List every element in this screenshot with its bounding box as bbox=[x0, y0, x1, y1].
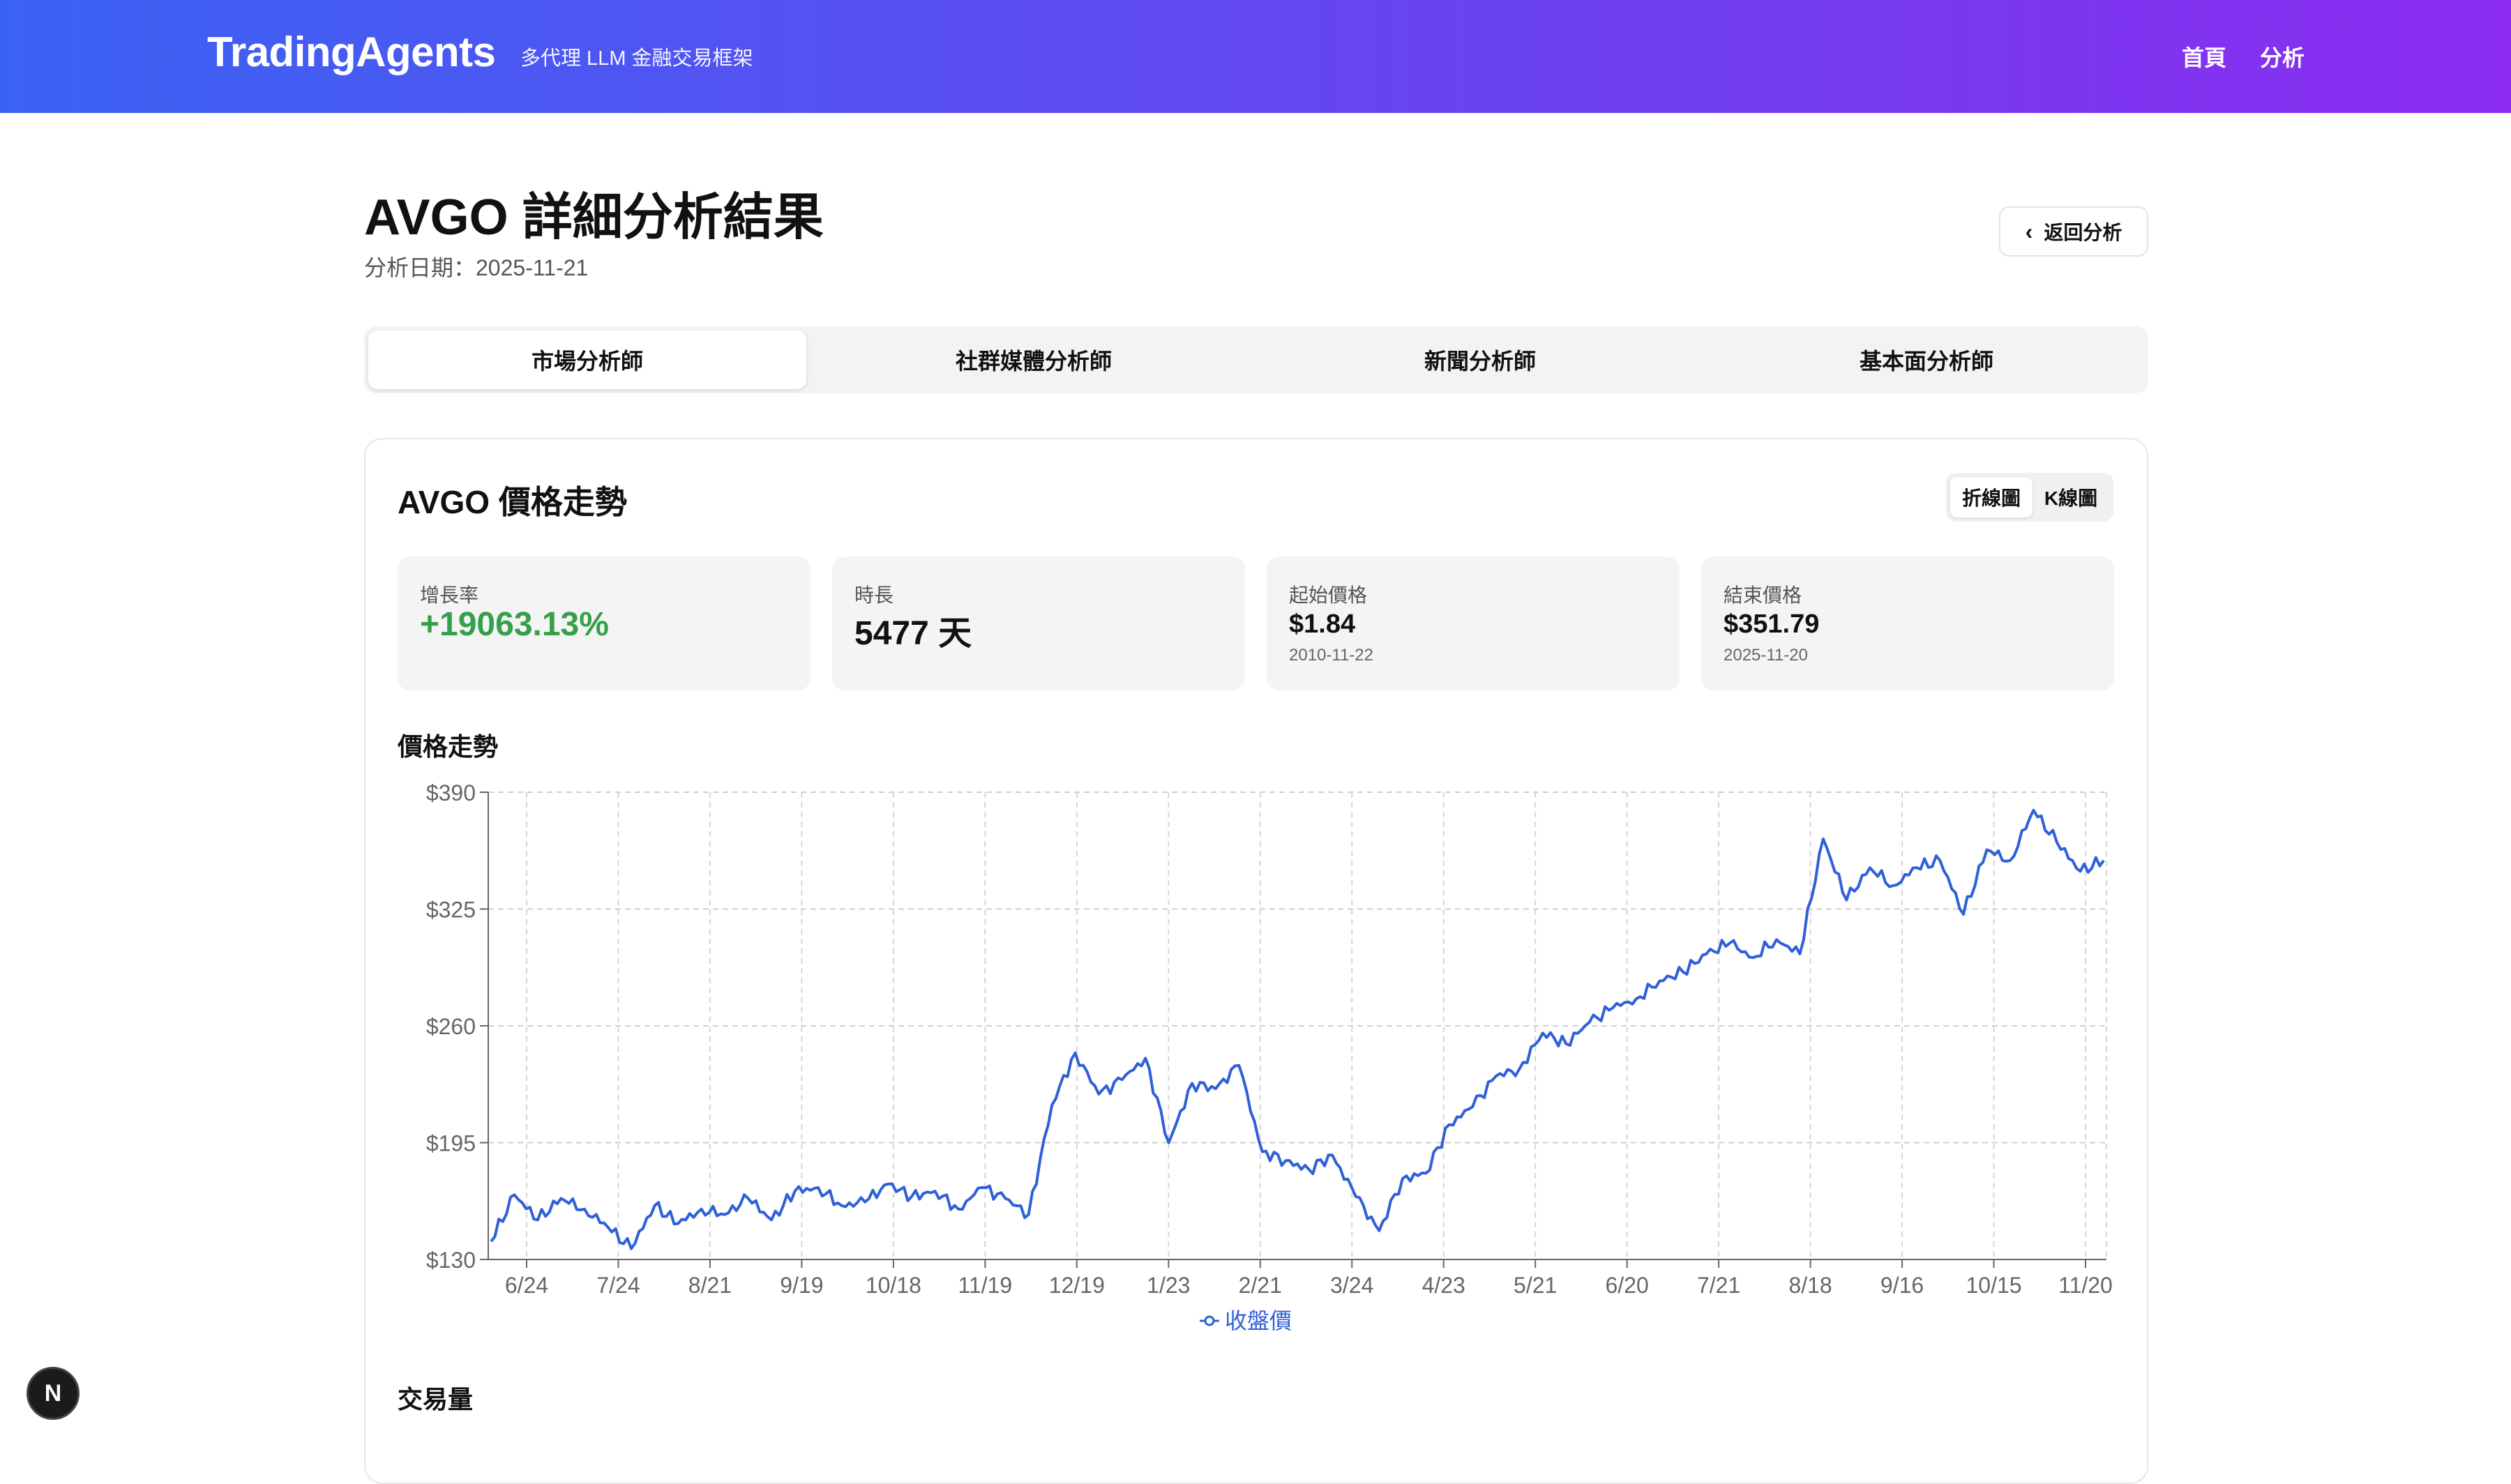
x-tick-label: 12/19 bbox=[1049, 1273, 1105, 1298]
chevron-left-icon: ‹ bbox=[2025, 219, 2033, 244]
next-dev-badge[interactable]: N bbox=[27, 1367, 80, 1420]
x-tick-label: 2/21 bbox=[1239, 1273, 1282, 1298]
x-tick-label: 11/19 bbox=[958, 1273, 1013, 1298]
candlestick-chart-toggle[interactable]: K線圖 bbox=[2030, 477, 2112, 517]
analyst-tabs: 市場分析師 社群媒體分析師 新聞分析師 基本面分析師 bbox=[364, 326, 2148, 393]
price-section-title: 價格走勢 bbox=[398, 732, 499, 761]
legend-marker-dot bbox=[1204, 1315, 1215, 1326]
stat-label: 時長 bbox=[854, 584, 894, 606]
top-navbar: TradingAgents 多代理 LLM 金融交易框架 首頁 分析 bbox=[0, 0, 2511, 113]
stat-date: 2010-11-22 bbox=[1289, 646, 1373, 665]
tab-market-analyst[interactable]: 市場分析師 bbox=[368, 331, 806, 389]
x-tick-label: 1/23 bbox=[1147, 1273, 1190, 1298]
x-tick-label: 6/20 bbox=[1606, 1273, 1649, 1298]
page-title: AVGO 詳細分析結果 bbox=[364, 190, 824, 245]
x-tick-label: 6/24 bbox=[505, 1273, 548, 1298]
tab-social-media-analyst[interactable]: 社群媒體分析師 bbox=[815, 331, 1253, 389]
x-tick-label: 3/24 bbox=[1330, 1273, 1373, 1298]
x-tick-label: 11/20 bbox=[2058, 1273, 2113, 1298]
brand-subtitle: 多代理 LLM 金融交易框架 bbox=[520, 47, 753, 70]
y-tick-label: $130 bbox=[426, 1248, 476, 1273]
chart-type-toggle: 折線圖 K線圖 bbox=[1946, 473, 2113, 522]
chart-svg: $390 $325 $260 $195 $130 6/24 7/24 8/21 9/19 10/1… bbox=[426, 780, 2113, 1333]
x-tick-label: 8/18 bbox=[1788, 1273, 1832, 1298]
stat-start-price: 起始價格 $1.84 2010-11-22 bbox=[1267, 556, 1680, 690]
series-line-close-price bbox=[490, 808, 2105, 1250]
stat-duration: 時長 5477 天 bbox=[832, 556, 1245, 690]
price-line-chart: $390 $325 $260 $195 $130 6/24 7/24 8/21 9/19 10/1… bbox=[391, 774, 2134, 1346]
x-tick-label: 4/23 bbox=[1422, 1273, 1465, 1298]
y-tick-label: $325 bbox=[426, 898, 476, 923]
stat-label: 增長率 bbox=[420, 584, 479, 606]
stat-end-price: 結束價格 $351.79 2025-11-20 bbox=[1701, 556, 2114, 690]
stat-date: 2025-11-20 bbox=[1724, 646, 1808, 665]
x-tick-label: 9/19 bbox=[780, 1273, 823, 1298]
line-chart-toggle[interactable]: 折線圖 bbox=[1950, 477, 2033, 517]
y-tick-label: $260 bbox=[426, 1014, 476, 1039]
y-tick-label: $390 bbox=[426, 780, 476, 805]
tab-fundamentals-analyst[interactable]: 基本面分析師 bbox=[1707, 331, 2146, 389]
stat-label: 結束價格 bbox=[1724, 584, 1802, 606]
stat-growth-rate: 增長率 +19063.13% bbox=[398, 556, 810, 690]
card-title: AVGO 價格走勢 bbox=[398, 484, 627, 520]
x-tick-label: 10/15 bbox=[1966, 1273, 2021, 1298]
back-button-label: 返回分析 bbox=[2044, 222, 2122, 243]
nav-home-link[interactable]: 首頁 bbox=[2182, 40, 2226, 73]
legend-label: 收盤價 bbox=[1225, 1308, 1292, 1333]
x-tick-label: 5/21 bbox=[1514, 1273, 1557, 1298]
stat-value: +19063.13% bbox=[420, 606, 609, 643]
tab-news-analyst[interactable]: 新聞分析師 bbox=[1261, 331, 1699, 389]
y-tick-label: $195 bbox=[426, 1131, 476, 1156]
x-tick-label: 7/21 bbox=[1697, 1273, 1740, 1298]
stat-value: $351.79 bbox=[1724, 610, 1820, 639]
stat-value: 5477 天 bbox=[854, 615, 972, 652]
nav-analysis-link[interactable]: 分析 bbox=[2260, 40, 2305, 73]
volume-section-title: 交易量 bbox=[398, 1385, 474, 1414]
analysis-date: 分析日期：2025-11-21 bbox=[364, 255, 589, 280]
stat-value: $1.84 bbox=[1289, 610, 1356, 639]
brand-logo[interactable]: TradingAgents bbox=[207, 28, 496, 76]
x-tick-label: 7/24 bbox=[596, 1273, 640, 1298]
x-tick-label: 8/21 bbox=[688, 1273, 732, 1298]
x-tick-label: 10/18 bbox=[866, 1273, 921, 1298]
x-tick-label: 9/16 bbox=[1880, 1273, 1924, 1298]
back-to-analysis-button[interactable]: ‹ 返回分析 bbox=[1999, 206, 2148, 257]
stat-label: 起始價格 bbox=[1289, 584, 1368, 606]
